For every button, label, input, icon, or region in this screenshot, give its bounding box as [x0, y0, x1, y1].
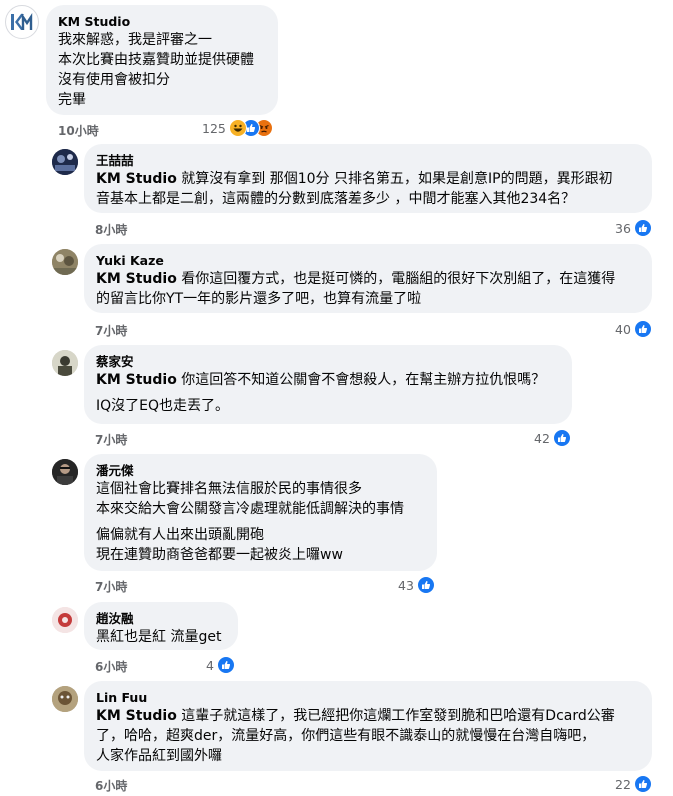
reaction-summary[interactable]: 43 — [398, 576, 435, 594]
reaction-summary[interactable]: 42 — [534, 429, 571, 447]
reaction-summary[interactable]: 4 — [206, 656, 235, 674]
reaction-count: 125 — [202, 120, 226, 136]
comment-bubble: 王喆喆 KM Studio 就算沒有拿到 那個10分 只排名第五，如果是創意IP… — [84, 144, 652, 213]
comment-author[interactable]: Lin Fuu — [96, 689, 640, 706]
avatar-photo-icon — [52, 607, 78, 633]
comment-text-line: 了，哈哈，超爽der，流量好高，你們這些有眼不識泰山的就慢慢在台灣自嗨吧， — [96, 728, 596, 744]
comment-bubble: 潘元傑 這個社會比賽排名無法信服於民的事情很多 本來交給大會公關發言冷處理就能低… — [84, 454, 437, 571]
comment-bubble: Lin Fuu KM Studio 這輩子就這樣了，我已經把你這爛工作室發到脆和… — [84, 681, 652, 771]
avatar-photo-icon — [52, 459, 78, 485]
reaction-summary[interactable]: 22 — [615, 775, 652, 793]
reaction-count: 36 — [615, 220, 631, 236]
avatar-photo-icon — [52, 686, 78, 712]
km-studio-logo-icon — [11, 13, 33, 30]
comment-author[interactable]: 趙汝融 — [96, 610, 226, 627]
comment-timestamp[interactable]: 10小時 — [58, 122, 99, 139]
comment-timestamp[interactable]: 8小時 — [95, 221, 127, 238]
avatar-photo-icon — [52, 149, 78, 175]
avatar[interactable] — [52, 249, 78, 275]
comment-text: 就算沒有拿到 那個10分 只排名第五，如果是創意IP的問題，異形跟初 — [176, 171, 613, 187]
reaction-count: 42 — [534, 430, 550, 446]
comment-timestamp[interactable]: 7小時 — [95, 322, 127, 339]
comment-text-line: 音基本上都是二創，這兩體的分數到底落差多少 ，中間才能塞入其他234名？ — [96, 191, 576, 207]
avatar[interactable] — [52, 686, 78, 712]
comment-author[interactable]: 潘元傑 — [96, 462, 425, 479]
comment-timestamp[interactable]: 6小時 — [95, 777, 127, 794]
reaction-count: 43 — [398, 577, 414, 593]
like-icon — [633, 775, 652, 793]
reaction-count: 40 — [615, 321, 631, 337]
mention-link[interactable]: KM Studio — [96, 372, 177, 388]
avatar[interactable] — [5, 5, 39, 39]
comment-text-line: 本次比賽由技嘉贊助並提供硬體 — [58, 52, 254, 68]
reaction-summary[interactable]: 125 — [202, 119, 273, 137]
comment-text-line: 人家作品紅到國外囉 — [96, 748, 222, 764]
reaction-summary[interactable]: 36 — [615, 219, 652, 237]
comment-text-line: KM Studio 你這回答不知道公關會不會想殺人，在幫主辦方拉仇恨嗎？ — [96, 370, 560, 390]
comment-text-line: 我來解惑，我是評審之一 — [58, 32, 212, 48]
comment-text-line: 這個社會比賽排名無法信服於民的事情很多 — [96, 481, 362, 497]
comment-bubble: 趙汝融 黑紅也是紅 流量get — [84, 602, 238, 650]
avatar-photo-icon — [52, 249, 78, 275]
mention-link[interactable]: KM Studio — [96, 271, 177, 287]
comment-text: 你這回答不知道公關會不會想殺人，在幫主辦方拉仇恨嗎？ — [176, 372, 546, 388]
comment-author[interactable]: KM Studio — [58, 13, 266, 30]
reaction-summary[interactable]: 40 — [615, 320, 652, 338]
comment-author[interactable]: 蔡家安 — [96, 353, 560, 370]
avatar-photo-icon — [52, 350, 78, 376]
comment-timestamp[interactable]: 6小時 — [95, 658, 127, 675]
comment-text-line: 的留言比你YT一年的影片還多了吧，也算有流量了啦 — [96, 291, 422, 307]
like-icon — [633, 320, 652, 338]
like-icon — [416, 576, 435, 594]
comment-timestamp[interactable]: 7小時 — [95, 431, 127, 448]
comment-text-line: KM Studio 就算沒有拿到 那個10分 只排名第五，如果是創意IP的問題，… — [96, 169, 640, 189]
avatar[interactable] — [52, 149, 78, 175]
comment-text-line: 黑紅也是紅 流量get — [96, 629, 222, 645]
avatar[interactable] — [52, 607, 78, 633]
mention-link[interactable]: KM Studio — [96, 171, 177, 187]
avatar[interactable] — [52, 459, 78, 485]
mention-link[interactable]: KM Studio — [96, 708, 177, 724]
avatar[interactable] — [52, 350, 78, 376]
comment-text-line: KM Studio 看你這回覆方式，也是挺可憐的，電腦組的很好下次別組了，在這獲… — [96, 269, 640, 289]
comment-text-line: KM Studio 這輩子就這樣了，我已經把你這爛工作室發到脆和巴哈還有Dcar… — [96, 706, 640, 726]
comment-bubble: Yuki Kaze KM Studio 看你這回覆方式，也是挺可憐的，電腦組的很… — [84, 244, 652, 313]
comment-text-line: 本來交給大會公關發言冷處理就能低調解決的事情 — [96, 501, 404, 517]
like-icon — [216, 656, 235, 674]
comment-text-line: 完畢 — [58, 92, 86, 108]
comment-bubble: 蔡家安 KM Studio 你這回答不知道公關會不會想殺人，在幫主辦方拉仇恨嗎？… — [84, 345, 572, 424]
comment-author[interactable]: 王喆喆 — [96, 152, 640, 169]
comment-text-line: 現在連贊助商爸爸都要一起被炎上囉ww — [96, 547, 343, 563]
like-icon — [633, 219, 652, 237]
comment-text-line: 沒有使用會被扣分 — [58, 72, 170, 88]
comment-text-line: 偏偏就有人出來出頭亂開砲 — [96, 527, 264, 543]
comment-timestamp[interactable]: 7小時 — [95, 578, 127, 595]
comment-author[interactable]: Yuki Kaze — [96, 252, 640, 269]
reaction-count: 4 — [206, 657, 214, 673]
haha-icon — [228, 119, 247, 137]
comment-bubble: KM Studio 我來解惑，我是評審之一 本次比賽由技嘉贊助並提供硬體 沒有使… — [46, 5, 278, 115]
like-icon — [552, 429, 571, 447]
comment-text: 看你這回覆方式，也是挺可憐的，電腦組的很好下次別組了，在這獲得 — [176, 271, 616, 287]
comment-text-line: IQ沒了EQ也走丟了。 — [96, 398, 230, 414]
reaction-count: 22 — [615, 776, 631, 792]
comment-text: 這輩子就這樣了，我已經把你這爛工作室發到脆和巴哈還有Dcard公審 — [176, 708, 615, 724]
